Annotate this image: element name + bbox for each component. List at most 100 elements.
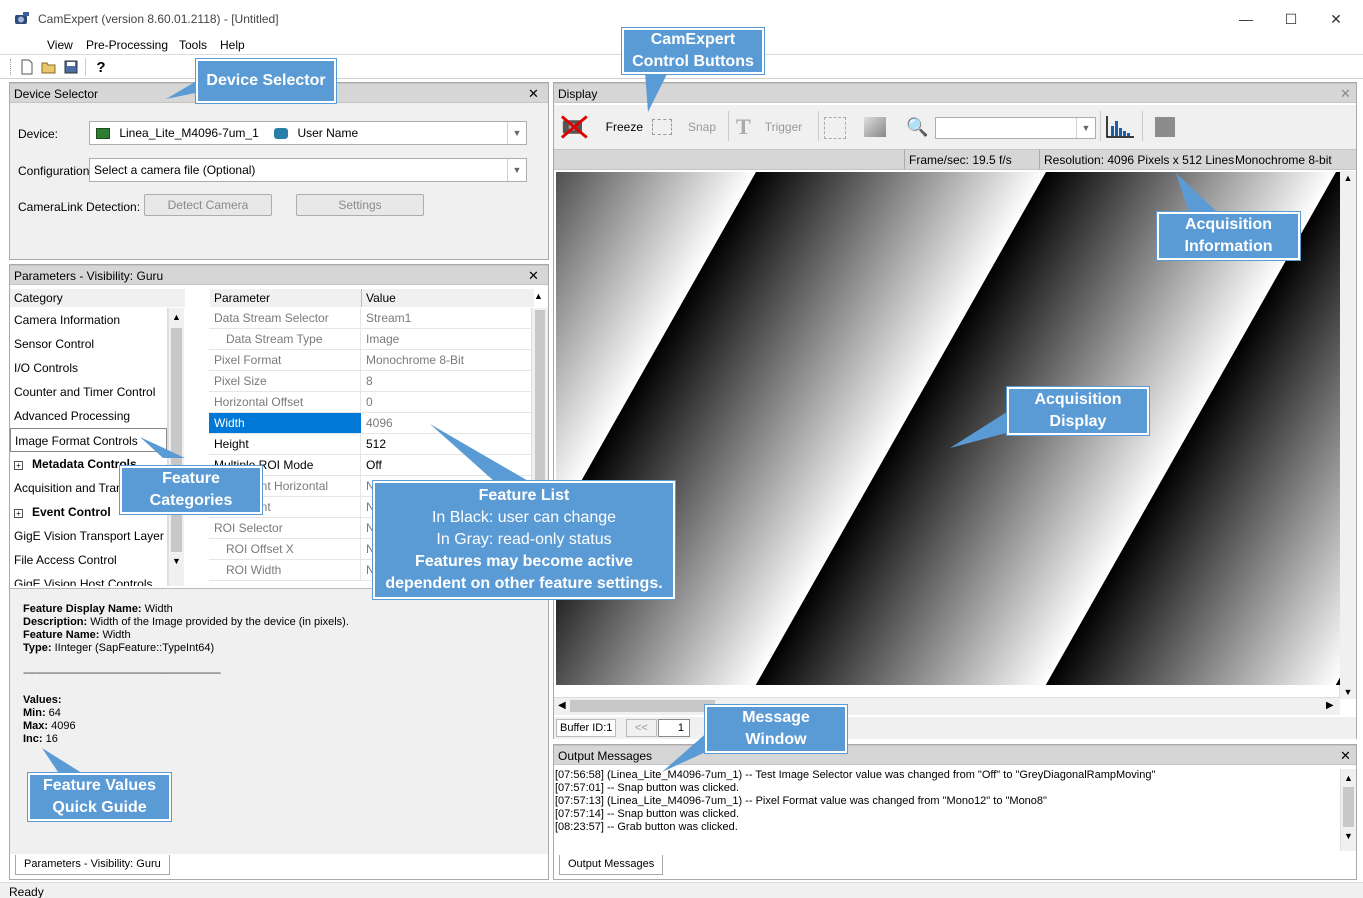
toolbar-separator xyxy=(728,111,729,141)
menu-tools[interactable]: Tools xyxy=(179,38,207,52)
acquisition-info-callout: Acquisition Information xyxy=(1157,212,1300,260)
new-file-button[interactable] xyxy=(18,58,36,76)
parameter-row[interactable]: Pixel Format Monochrome 8-Bit xyxy=(209,350,531,371)
snap-icon xyxy=(652,119,672,135)
display-scrollbar-h[interactable]: ◀ ▶ xyxy=(554,697,1340,715)
buffer-prev-button[interactable]: << xyxy=(626,719,657,737)
category-item[interactable]: GigE Vision Host Controls xyxy=(10,572,167,586)
minimize-button[interactable]: — xyxy=(1223,6,1269,32)
histogram-icon[interactable] xyxy=(1104,114,1136,140)
device-combo[interactable]: Linea_Lite_M4096-7um_1 User Name ▼ xyxy=(89,121,527,145)
configuration-combo[interactable]: Select a camera file (Optional) ▼ xyxy=(89,158,527,182)
category-item[interactable]: Advanced Processing xyxy=(10,404,167,428)
feature-description: Description: Width of the Image provided… xyxy=(23,616,349,628)
feature-max: Max: 4096 xyxy=(23,720,76,732)
callout-text: Display xyxy=(1049,413,1107,430)
category-item[interactable]: File Access Control xyxy=(10,548,167,572)
category-scrollbar[interactable]: ▲ ▼ xyxy=(168,308,184,586)
scroll-up-icon[interactable]: ▲ xyxy=(1341,773,1356,783)
display-close-button[interactable]: ✕ xyxy=(1340,86,1351,102)
expand-icon[interactable]: + xyxy=(14,461,23,470)
expand-icon[interactable]: + xyxy=(14,509,23,518)
save-file-button[interactable] xyxy=(62,58,80,76)
display-toolbar: Freeze Snap T Trigger 🔍 ▼ xyxy=(554,105,1356,149)
category-header: Category xyxy=(10,289,185,307)
category-item[interactable]: GigE Vision Transport Layer xyxy=(10,524,167,548)
parameter-value[interactable]: 4096 xyxy=(361,413,398,433)
output-messages-list: [07:56:58] (Linea_Lite_M4096-7um_1) -- T… xyxy=(555,769,1340,849)
output-scrollbar[interactable]: ▲ ▼ xyxy=(1340,769,1356,851)
scroll-up-icon[interactable]: ▲ xyxy=(534,291,543,301)
chevron-down-icon[interactable]: ▼ xyxy=(507,159,526,181)
callout-text: Feature xyxy=(162,470,220,487)
category-item[interactable]: Camera Information xyxy=(10,308,167,332)
zoom-icon[interactable]: 🔍 xyxy=(906,117,928,138)
buffer-bar: Buffer ID:1 << 1 xyxy=(554,717,1356,739)
callout-text: Acquisition xyxy=(1034,391,1122,408)
parameter-row[interactable]: Horizontal Offset 0 xyxy=(209,392,531,413)
callout-text: Message xyxy=(742,709,810,726)
chevron-down-icon[interactable]: ▼ xyxy=(507,122,526,144)
scroll-thumb[interactable] xyxy=(171,328,182,552)
detect-camera-button[interactable]: Detect Camera xyxy=(144,194,272,216)
callout-text: CamExpert xyxy=(650,31,736,48)
parameter-row[interactable]: Data Stream Selector Stream1 xyxy=(209,308,531,329)
open-file-button[interactable] xyxy=(40,58,58,76)
parameter-row[interactable]: Pixel Size 8 xyxy=(209,371,531,392)
maximize-button[interactable]: ☐ xyxy=(1268,6,1314,32)
menu-help[interactable]: Help xyxy=(220,38,245,52)
feature-name: Feature Name: Width xyxy=(23,629,131,641)
tab-output-messages[interactable]: Output Messages xyxy=(559,855,664,875)
callout-text: In Black: user can change xyxy=(431,509,617,526)
parameter-row[interactable]: Height 512 xyxy=(209,434,531,455)
scroll-left-icon[interactable]: ◀ xyxy=(558,700,566,711)
callout-text: Device Selector xyxy=(206,72,326,89)
parameter-row-selected[interactable]: Width 4096 xyxy=(209,413,531,434)
device-selector-title: Device Selector xyxy=(14,87,99,101)
parameter-value: 8 xyxy=(366,374,373,388)
freeze-button[interactable]: Freeze xyxy=(559,113,643,141)
fit-to-screen-icon[interactable] xyxy=(824,117,846,139)
scroll-down-icon[interactable]: ▼ xyxy=(1341,831,1356,841)
control-buttons-callout: CamExpert Control Buttons xyxy=(622,28,764,74)
scroll-up-icon[interactable]: ▲ xyxy=(1340,173,1356,183)
menu-pre-processing[interactable]: Pre-Processing xyxy=(86,38,168,52)
output-messages-panel: Output Messages ✕ [07:56:58] (Linea_Lite… xyxy=(553,744,1357,880)
scroll-right-icon[interactable]: ▶ xyxy=(1326,700,1334,711)
parameter-name: Data Stream Selector xyxy=(209,308,361,328)
scroll-thumb[interactable] xyxy=(570,700,715,712)
help-button[interactable]: ? xyxy=(92,58,110,76)
parameter-row[interactable]: Data Stream Type Image xyxy=(209,329,531,350)
parameter-header: Parameter xyxy=(210,289,362,307)
chevron-down-icon[interactable]: ▼ xyxy=(1076,118,1095,138)
camexpert-window: CamExpert (version 8.60.01.2118) - [Unti… xyxy=(0,0,1363,898)
scroll-down-icon[interactable]: ▼ xyxy=(169,556,184,566)
category-item[interactable]: I/O Controls xyxy=(10,356,167,380)
scroll-down-icon[interactable]: ▼ xyxy=(1340,687,1356,697)
settings-button[interactable]: Settings xyxy=(296,194,424,216)
scroll-up-icon[interactable]: ▲ xyxy=(169,312,184,322)
feature-type: Type: IInteger (SapFeature::TypeInt64) xyxy=(23,642,215,654)
image-icon[interactable] xyxy=(864,117,886,137)
category-item[interactable]: Sensor Control xyxy=(10,332,167,356)
trigger-button[interactable]: T Trigger xyxy=(736,113,812,141)
zoom-combo[interactable]: ▼ xyxy=(935,117,1096,139)
buffer-number-input[interactable]: 1 xyxy=(658,719,690,737)
snap-button[interactable]: Snap xyxy=(652,113,722,141)
scroll-thumb[interactable] xyxy=(1343,787,1354,827)
stop-icon[interactable] xyxy=(1155,117,1175,137)
tab-parameters[interactable]: Parameters - Visibility: Guru xyxy=(15,855,170,875)
category-list: Camera Information Sensor Control I/O Co… xyxy=(10,308,168,586)
display-scrollbar-v[interactable]: ▲ ▼ xyxy=(1339,171,1356,699)
parameter-value[interactable]: Off xyxy=(361,455,387,475)
parameter-value[interactable]: 512 xyxy=(361,434,391,454)
message-window-callout: Message Window xyxy=(705,705,847,753)
menu-view[interactable]: View xyxy=(47,38,73,52)
parameters-close-button[interactable]: ✕ xyxy=(528,268,539,284)
close-window-button[interactable]: ✕ xyxy=(1313,6,1359,32)
category-item[interactable]: Counter and Timer Control xyxy=(10,380,167,404)
device-selector-close-button[interactable]: ✕ xyxy=(528,86,539,102)
output-close-button[interactable]: ✕ xyxy=(1340,748,1351,764)
parameter-value: Stream1 xyxy=(366,311,412,325)
category-item-selected[interactable]: Image Format Controls xyxy=(10,428,167,452)
